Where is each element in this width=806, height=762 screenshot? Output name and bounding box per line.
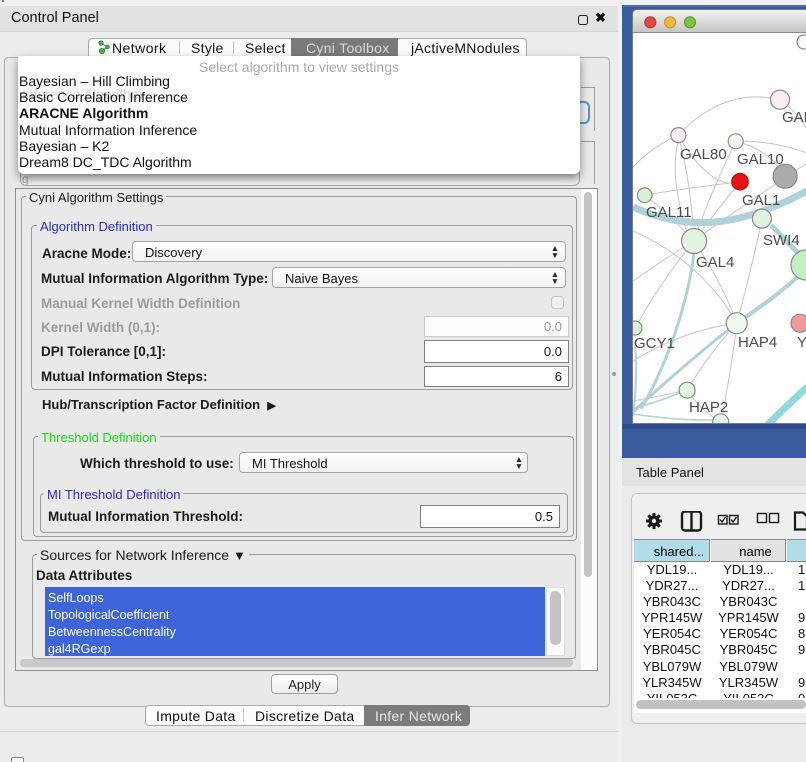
- svg-text:SWI4: SWI4: [763, 232, 800, 249]
- svg-text:GAL4: GAL4: [696, 254, 734, 271]
- svg-text:GAL1: GAL1: [742, 192, 780, 209]
- svg-text:GAL10: GAL10: [737, 151, 784, 168]
- svg-text:HAP2: HAP2: [689, 399, 728, 416]
- svg-text:HAP4: HAP4: [738, 334, 777, 351]
- svg-text:GAL: GAL: [782, 109, 806, 126]
- svg-text:Y: Y: [797, 334, 806, 351]
- svg-text:GAL80: GAL80: [680, 146, 727, 163]
- svg-text:GCY1: GCY1: [634, 335, 675, 352]
- svg-text:GAL11: GAL11: [646, 204, 692, 221]
